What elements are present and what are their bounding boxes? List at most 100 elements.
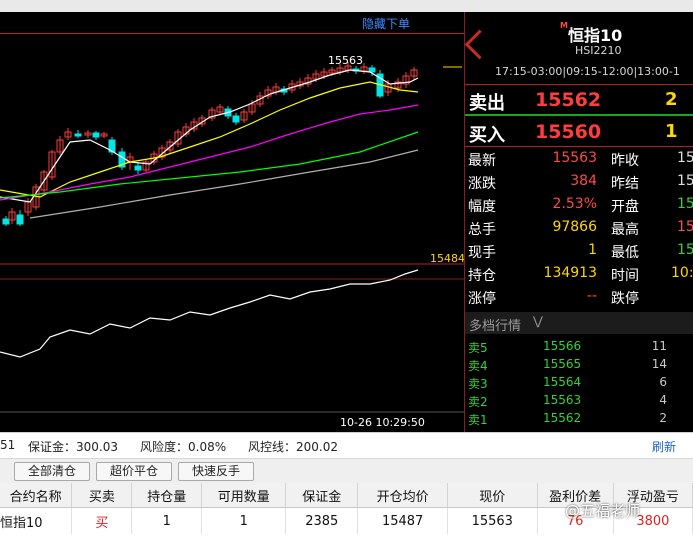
stat-value: 134913	[543, 265, 597, 281]
depth-header[interactable]: 多档行情 ⋁	[465, 312, 693, 334]
account-fragment: 51	[0, 438, 16, 452]
stop-line-text: 风控线：200.02	[248, 440, 338, 454]
stat-row: 总手 97866 最高 15	[465, 219, 693, 241]
depth-qty: 2	[659, 411, 667, 425]
stat-row: 持仓 134913 时间 10:3	[465, 265, 693, 287]
stat-label: 最新	[468, 153, 496, 169]
cell-direction: 买	[71, 507, 133, 534]
depth-row[interactable]: 卖1 15562 2	[465, 410, 693, 428]
stat-row: 涨跌 384 昨结 15	[465, 173, 693, 195]
stat-row: 最新 15563 昨收 15	[465, 150, 693, 172]
stat-right-value: 15	[677, 196, 693, 212]
candle-body	[16, 214, 24, 225]
depth-row[interactable]: 卖5 15566 11	[465, 338, 693, 356]
depth-qty: 6	[659, 375, 667, 389]
kline-chart[interactable]: 15563 15484 10-26 10:29:50	[0, 12, 464, 432]
depth-price: 15562	[543, 411, 582, 425]
close-all-button[interactable]: 全部清仓	[14, 462, 90, 481]
sell-label: 卖出	[469, 93, 505, 114]
margin-text: 保证金：300.03	[28, 440, 118, 454]
depth-label: 卖2	[468, 395, 488, 409]
depth-qty: 14	[651, 357, 667, 371]
kline-chart-svg: 15563 15484 10-26 10:29:50	[0, 54, 464, 429]
buy-price: 15560	[535, 121, 602, 143]
depth-price: 15563	[543, 393, 582, 407]
col-header[interactable]: 可用数量	[201, 483, 287, 508]
depth-qty: 11	[651, 339, 667, 353]
quote-panel: M 恒指10 HSI2210 17:15-03:00|09:15-12:00|1…	[464, 12, 693, 432]
stat-value: --	[586, 288, 597, 304]
buy-row[interactable]: 买入 15560 1	[465, 118, 693, 146]
divider	[465, 146, 693, 147]
stat-row: 涨停 -- 跌停	[465, 288, 693, 310]
depth-qty: 4	[659, 393, 667, 407]
stat-label: 涨停	[468, 291, 496, 307]
depth-row[interactable]: 卖4 15565 14	[465, 356, 693, 374]
stat-value: 15563	[552, 150, 597, 166]
divider	[465, 84, 693, 85]
stat-row: 现手 1 最低 15	[465, 242, 693, 264]
watermark: @五福老师	[565, 502, 641, 520]
stat-right-label: 最低	[611, 245, 639, 261]
cell-margin: 2385	[285, 507, 359, 534]
stat-label: 幅度	[468, 199, 496, 215]
chevron-down-icon[interactable]: ⋁	[533, 314, 543, 328]
cell-contract: 恒指10	[0, 507, 73, 534]
col-header[interactable]: 持仓量	[131, 483, 203, 508]
col-header[interactable]: 合约名称	[0, 483, 73, 508]
stat-right-label: 昨收	[611, 153, 639, 169]
sell-price: 15562	[535, 89, 602, 111]
stat-right-value: 15	[677, 173, 693, 189]
cell-available: 1	[201, 507, 287, 534]
back-arrow-icon[interactable]	[465, 29, 495, 60]
stat-right-label: 时间	[611, 268, 639, 284]
high-price-label: 15563	[328, 54, 363, 67]
stat-right-value: 15	[677, 219, 693, 235]
stat-right-value: 10:3	[671, 265, 693, 281]
depth-price: 15565	[543, 357, 582, 371]
indicator-line	[0, 269, 419, 358]
main-contract-badge: M	[560, 21, 568, 30]
stat-label: 总手	[468, 222, 496, 238]
depth-title: 多档行情	[469, 319, 522, 334]
stat-right-value: 15	[677, 242, 693, 258]
candle-body	[232, 115, 240, 123]
cell-position: 1	[131, 507, 203, 534]
risk-text: 风险度：0.08%	[140, 440, 227, 454]
depth-price: 15566	[543, 339, 582, 353]
divider	[465, 114, 693, 116]
buy-qty: 1	[665, 121, 678, 142]
col-header[interactable]: 保证金	[285, 483, 359, 508]
col-header[interactable]: 现价	[447, 483, 538, 508]
candle-body	[2, 218, 10, 225]
sell-row[interactable]: 卖出 15562 2	[465, 86, 693, 114]
stat-value: 384	[570, 173, 597, 189]
depth-label: 卖1	[468, 413, 488, 427]
stat-value: 97866	[552, 219, 597, 235]
stat-right-label: 最高	[611, 222, 639, 238]
candle-body	[92, 132, 100, 138]
depth-label: 卖5	[468, 341, 488, 355]
trading-sessions: 17:15-03:00|09:15-12:00|13:00-1	[495, 65, 680, 78]
col-header[interactable]: 开仓均价	[357, 483, 449, 508]
depth-label: 卖4	[468, 359, 488, 373]
col-header[interactable]: 买卖	[71, 483, 133, 508]
quick-reverse-button[interactable]: 快速反手	[178, 462, 254, 481]
stat-label: 持仓	[468, 268, 496, 284]
stat-right-label: 跌停	[611, 291, 639, 307]
cell-open-price: 15487	[357, 507, 449, 534]
depth-row[interactable]: 卖3 15564 6	[465, 374, 693, 392]
hide-order-button[interactable]: 隐藏下单	[362, 15, 410, 32]
super-close-button[interactable]: 超价平仓	[96, 462, 172, 481]
refresh-button[interactable]: 刷新	[652, 438, 676, 455]
account-bar: 51 保证金：300.03 风险度：0.08% 风控线：200.02 刷新	[0, 432, 693, 459]
depth-row[interactable]: 卖2 15563 4	[465, 392, 693, 410]
depth-label: 卖3	[468, 377, 488, 391]
stat-value: 1	[588, 242, 597, 258]
stat-right-value: 15	[677, 150, 693, 166]
contract-name: 恒指10	[568, 26, 623, 45]
contract-code: HSI2210	[575, 44, 622, 57]
right-price-label: 15484	[430, 252, 464, 265]
sell-qty: 2	[665, 89, 678, 110]
top-toolbar	[0, 0, 693, 12]
